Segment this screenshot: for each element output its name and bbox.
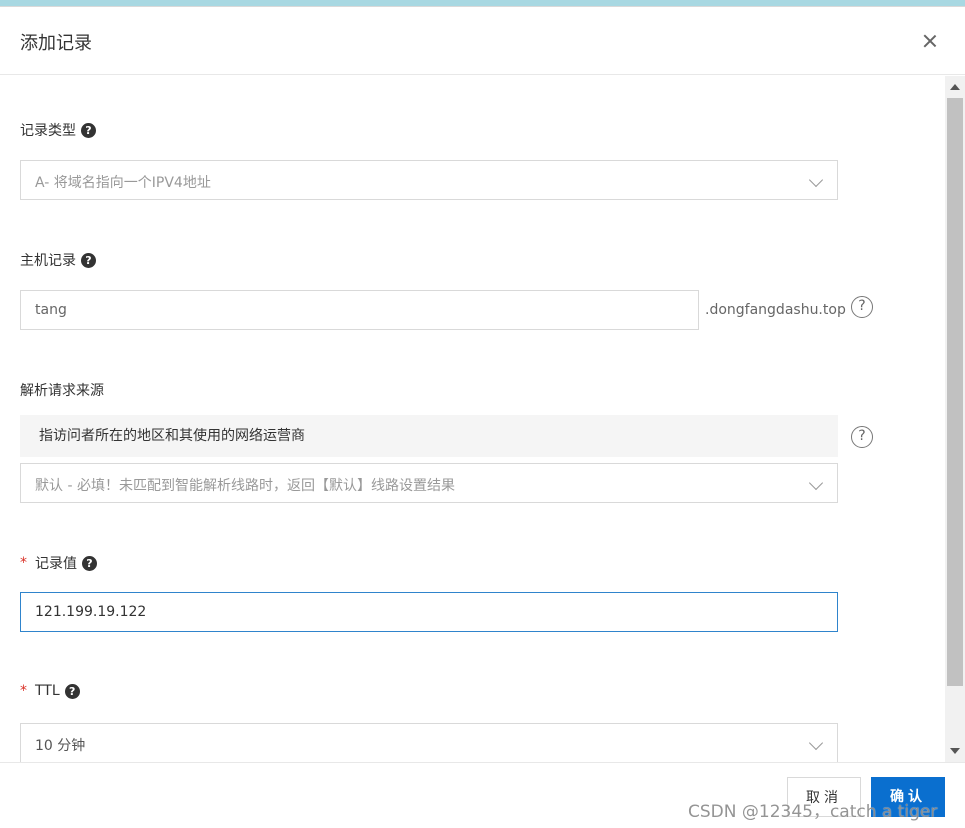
host-record-label-row: 主机记录 ?	[20, 250, 96, 270]
record-type-select[interactable]: A- 将域名指向一个IPV4地址	[20, 160, 838, 200]
backdrop-strip	[0, 0, 965, 7]
scrollbar-thumb[interactable]	[947, 98, 963, 686]
scroll-up-arrow-icon[interactable]	[950, 84, 960, 90]
ttl-label-row: * TTL ?	[20, 683, 80, 699]
help-circle-icon[interactable]: ?	[851, 426, 873, 448]
chevron-down-icon	[808, 735, 824, 751]
chevron-down-icon	[808, 475, 824, 491]
ttl-label: TTL	[35, 683, 60, 699]
resolve-source-select[interactable]: 默认 - 必填！未匹配到智能解析线路时，返回【默认】线路设置结果	[20, 463, 838, 503]
resolve-source-value: 默认 - 必填！未匹配到智能解析线路时，返回【默认】线路设置结果	[35, 478, 455, 494]
dialog-body: 记录类型 ? A- 将域名指向一个IPV4地址 主机记录 ? tang .don…	[0, 76, 945, 762]
resolve-source-label: 解析请求来源	[20, 383, 104, 399]
resolve-source-label-row: 解析请求来源	[20, 380, 104, 400]
ttl-select[interactable]: 10 分钟	[20, 723, 838, 762]
chevron-down-icon	[808, 172, 824, 188]
vertical-scrollbar[interactable]	[945, 76, 965, 762]
dialog-title: 添加记录	[20, 33, 92, 54]
question-dot-icon[interactable]: ?	[81, 252, 96, 268]
record-type-value: A- 将域名指向一个IPV4地址	[35, 175, 211, 191]
scroll-down-arrow-icon[interactable]	[950, 748, 960, 754]
dialog-footer: 取消 确认 CSDN @12345，catch a tiger	[0, 762, 965, 828]
required-mark: *	[20, 683, 27, 699]
host-record-label: 主机记录	[20, 253, 76, 269]
question-dot-icon[interactable]: ?	[64, 683, 80, 699]
record-value-label-row: * 记录值 ?	[20, 553, 97, 573]
required-mark: *	[20, 555, 27, 571]
dialog-header: 添加记录	[0, 7, 965, 75]
help-circle-icon[interactable]: ?	[851, 296, 873, 318]
watermark: CSDN @12345，catch a tiger	[688, 802, 938, 822]
record-type-label-row: 记录类型 ?	[20, 120, 96, 140]
record-type-label: 记录类型	[20, 123, 76, 139]
domain-suffix: .dongfangdashu.top	[705, 302, 846, 318]
question-dot-icon[interactable]: ?	[81, 122, 96, 138]
close-icon[interactable]	[918, 29, 942, 53]
resolve-source-info: 指访问者所在的地区和其使用的网络运营商	[20, 415, 838, 457]
record-value-label: 记录值	[35, 556, 77, 572]
question-dot-icon[interactable]: ?	[82, 555, 97, 571]
record-value-input[interactable]: 121.199.19.122	[20, 592, 838, 632]
host-record-input[interactable]: tang	[20, 290, 699, 330]
ttl-value: 10 分钟	[35, 738, 86, 754]
